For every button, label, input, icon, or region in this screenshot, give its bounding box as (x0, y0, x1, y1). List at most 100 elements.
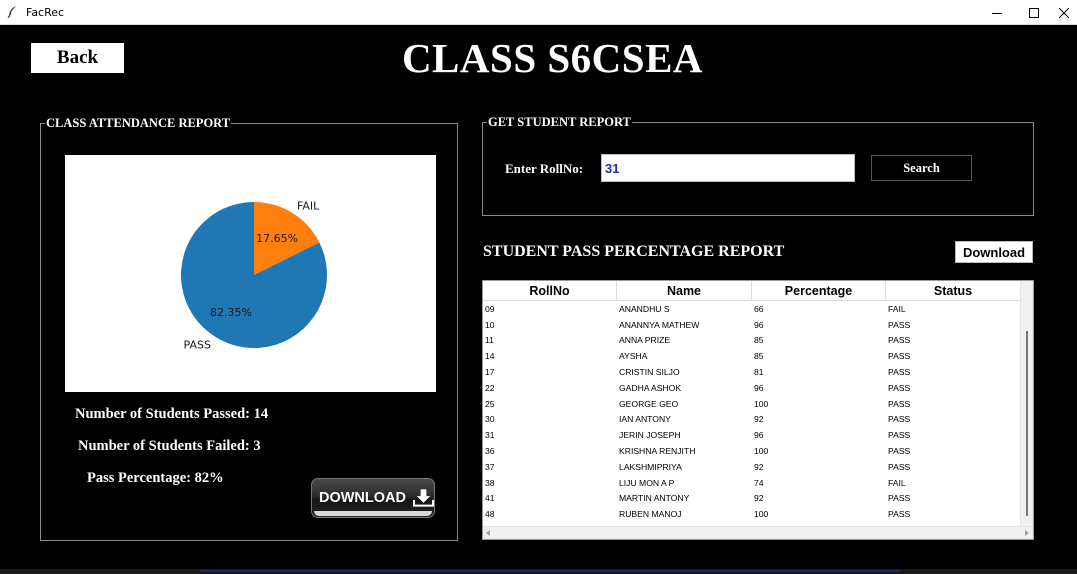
cell-name: AYSHA (619, 351, 648, 362)
cell-status: PASS (888, 446, 911, 457)
table-row[interactable]: 25 GEORGE GEO 100 PASS (483, 396, 1021, 412)
cell-name: KRISHNA RENJITH (619, 446, 696, 457)
cell-status: PASS (888, 335, 911, 346)
cell-name: JERIN JOSEPH (619, 430, 681, 441)
students-passed-label: Number of Students Passed: 14 (75, 406, 269, 422)
table-row[interactable]: 14 AYSHA 85 PASS (483, 348, 1021, 364)
cell-name: LIJU MON A P (619, 477, 675, 488)
cell-name: ANNA PRIZE (619, 335, 671, 346)
cell-status: PASS (888, 430, 911, 441)
horizontal-scrollbar[interactable] (483, 526, 1033, 539)
cell-status: PASS (888, 382, 911, 393)
pie-category-label: PASS (184, 339, 211, 352)
window-titlebar: FacRec (0, 0, 1077, 25)
rollno-label: Enter RollNo: (505, 161, 584, 176)
cell-rollno: 48 (485, 509, 495, 520)
cell-percentage: 100 (754, 446, 769, 457)
cell-name: MARTIN ANTONY (619, 493, 690, 504)
cell-rollno: 10 (485, 319, 495, 330)
table-row[interactable]: 11 ANNA PRIZE 85 PASS (483, 333, 1021, 349)
close-button[interactable] (1045, 0, 1077, 25)
minimize-button[interactable] (978, 0, 1016, 25)
cell-rollno: 25 (485, 398, 495, 409)
close-icon (1059, 7, 1069, 18)
column-header-rollno[interactable]: RollNo (483, 281, 617, 301)
cell-percentage: 85 (754, 335, 764, 346)
cell-percentage: 74 (754, 477, 764, 488)
cell-status: PASS (888, 367, 911, 378)
cell-percentage: 92 (754, 493, 764, 504)
minimize-icon (992, 12, 1002, 14)
cell-percentage: 100 (754, 398, 769, 409)
table-row[interactable]: 30 IAN ANTONY 92 PASS (483, 412, 1021, 428)
taskbar-edge (0, 569, 1077, 574)
cell-rollno: 17 (485, 367, 495, 378)
feather-icon (6, 5, 18, 19)
vertical-scrollbar[interactable] (1020, 281, 1033, 526)
cell-status: PASS (888, 398, 911, 409)
pass-report-title: STUDENT PASS PERCENTAGE REPORT (483, 243, 785, 260)
cell-name: RUBEN MANOJ (619, 509, 682, 520)
cell-name: GEORGE GEO (619, 398, 679, 409)
cell-rollno: 38 (485, 477, 495, 488)
page-title: CLASS S6CSEA (401, 35, 704, 81)
maximize-icon (1029, 7, 1039, 18)
cell-name: IAN ANTONY (619, 414, 671, 425)
cell-status: PASS (888, 319, 911, 330)
cell-status: PASS (888, 509, 911, 520)
table-row[interactable]: 09 ANANDHU S 66 FAIL (483, 301, 1021, 317)
pie-value-label: 82.35% (210, 306, 252, 319)
scrollbar-thumb[interactable] (1026, 331, 1028, 516)
cell-name: ANANNYA MATHEW (619, 319, 700, 330)
cell-percentage: 66 (754, 303, 764, 314)
cell-status: PASS (888, 351, 911, 362)
table-row[interactable]: 22 GADHA ASHOK 96 PASS (483, 380, 1021, 396)
pass-report-table[interactable]: RollNo Name Percentage Status 09 ANANDHU … (482, 280, 1034, 540)
cell-status: FAIL (888, 303, 906, 314)
table-row[interactable]: 10 ANANNYA MATHEW 96 PASS (483, 317, 1021, 333)
cell-name: ANANDHU S (619, 303, 670, 314)
table-header: RollNo Name Percentage Status (483, 281, 1021, 301)
cell-percentage: 96 (754, 382, 764, 393)
pie-value-label: 17.65% (256, 232, 298, 245)
cell-percentage: 92 (754, 414, 764, 425)
pass-percentage-label: Pass Percentage: 82% (87, 470, 224, 486)
attendance-pie-chart: 17.65% FAIL 82.35% PASS (65, 155, 436, 392)
student-report-legend: GET STUDENT REPORT (487, 115, 632, 130)
cell-status: PASS (888, 414, 911, 425)
cell-rollno: 14 (485, 351, 495, 362)
table-row[interactable]: 17 CRISTIN SILJO 81 PASS (483, 364, 1021, 380)
rollno-input[interactable] (601, 154, 855, 182)
window-title: FacRec (26, 6, 65, 19)
column-header-percentage[interactable]: Percentage (752, 281, 886, 301)
cell-percentage: 100 (754, 509, 769, 520)
cell-status: PASS (888, 461, 911, 472)
search-button[interactable]: Search (871, 155, 972, 181)
cell-rollno: 22 (485, 382, 495, 393)
cell-name: LAKSHMIPRIYA (619, 461, 682, 472)
column-header-name[interactable]: Name (617, 281, 752, 301)
cell-percentage: 96 (754, 319, 764, 330)
attendance-report-legend: CLASS ATTENDANCE REPORT (45, 116, 232, 131)
cell-percentage: 96 (754, 430, 764, 441)
cell-rollno: 41 (485, 493, 495, 504)
table-row[interactable]: 41 MARTIN ANTONY 92 PASS (483, 491, 1021, 507)
pie-category-label: FAIL (297, 199, 320, 212)
scroll-left-icon[interactable] (486, 530, 490, 536)
table-row[interactable]: 38 LIJU MON A P 74 FAIL (483, 475, 1021, 491)
download-report-button[interactable]: Download (955, 241, 1033, 263)
cell-rollno: 30 (485, 414, 495, 425)
download-chart-label: DOWNLOAD (319, 490, 406, 506)
cell-rollno: 09 (485, 303, 495, 314)
table-row[interactable]: 31 JERIN JOSEPH 96 PASS (483, 427, 1021, 443)
column-header-status[interactable]: Status (886, 281, 1021, 301)
cell-percentage: 92 (754, 461, 764, 472)
table-row[interactable]: 36 KRISHNA RENJITH 100 PASS (483, 443, 1021, 459)
scroll-right-icon[interactable] (1025, 530, 1029, 536)
cell-status: PASS (888, 493, 911, 504)
table-row[interactable]: 37 LAKSHMIPRIYA 92 PASS (483, 459, 1021, 475)
table-row[interactable]: 48 RUBEN MANOJ 100 PASS (483, 506, 1021, 522)
cell-percentage: 85 (754, 351, 764, 362)
cell-status: FAIL (888, 477, 906, 488)
download-chart-button[interactable]: DOWNLOAD (311, 478, 435, 518)
